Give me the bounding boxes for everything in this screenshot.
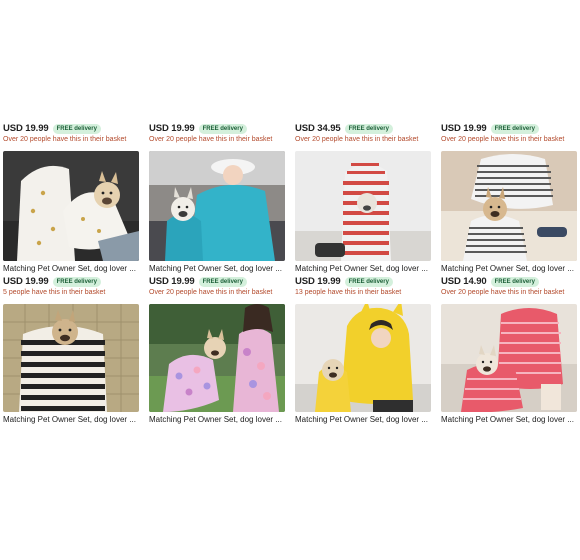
product-title[interactable]: Matching Pet Owner Set, dog lover ... [149, 414, 285, 425]
product-card[interactable]: Matching Pet Owner Set, dog lover ... [441, 304, 577, 425]
striped-hoodie-dog-photo [295, 151, 431, 261]
free-delivery-badge: FREE delivery [490, 276, 539, 287]
product-card[interactable]: Matching Pet Owner Set, dog lover ... US… [3, 151, 139, 298]
product-title[interactable]: Matching Pet Owner Set, dog lover ... [149, 263, 285, 274]
free-delivery-badge: FREE delivery [198, 276, 247, 287]
product-title[interactable]: Matching Pet Owner Set, dog lover ... [441, 414, 577, 425]
product-price: USD 19.99 [149, 123, 195, 134]
basket-count-text: Over 20 people have this in their basket [149, 136, 273, 143]
product-price: USD 19.99 [3, 276, 49, 287]
product-title[interactable]: Matching Pet Owner Set, dog lover ... [441, 263, 577, 274]
product-grid: USD 19.99 FREE delivery Over 20 people h… [3, 122, 577, 425]
product-price: USD 14.90 [441, 276, 487, 287]
product-card[interactable]: USD 19.99 FREE delivery Over 20 people h… [3, 122, 139, 145]
product-image[interactable] [3, 151, 139, 261]
free-delivery-badge: FREE delivery [198, 123, 247, 134]
product-card[interactable]: Matching Pet Owner Set, dog lover ... US… [441, 151, 577, 298]
product-card[interactable]: Matching Pet Owner Set, dog lover ... [3, 304, 139, 425]
product-title[interactable]: Matching Pet Owner Set, dog lover ... [295, 414, 431, 425]
product-image[interactable] [441, 151, 577, 261]
striped-tshirt-dog-photo [441, 151, 577, 261]
product-image[interactable] [3, 304, 139, 412]
product-title[interactable]: Matching Pet Owner Set, dog lover ... [295, 263, 431, 274]
yellow-hoodie-dog-photo [295, 304, 431, 412]
product-price: USD 19.99 [441, 123, 487, 134]
floral-dress-dog-photo [149, 304, 285, 412]
product-card[interactable]: Matching Pet Owner Set, dog lover ... US… [149, 151, 285, 298]
product-image[interactable] [149, 304, 285, 412]
free-delivery-badge: FREE delivery [344, 123, 393, 134]
black-striped-sweater-dog-photo [3, 304, 139, 412]
product-image[interactable] [149, 151, 285, 261]
product-price: USD 19.99 [149, 276, 195, 287]
product-title[interactable]: Matching Pet Owner Set, dog lover ... [3, 414, 139, 425]
basket-count-text: Over 20 people have this in their basket [3, 136, 127, 143]
product-card[interactable]: Matching Pet Owner Set, dog lover ... [295, 304, 431, 425]
price-row: USD 14.90 FREE delivery [441, 275, 577, 288]
product-card[interactable]: USD 19.99 FREE delivery Over 20 people h… [149, 122, 285, 145]
basket-count-text: Over 20 people have this in their basket [149, 289, 273, 296]
price-row: USD 34.95 FREE delivery [295, 122, 431, 135]
basket-count-text: 5 people have this in their basket [3, 289, 106, 296]
price-row: USD 19.99 FREE delivery [295, 275, 431, 288]
product-image[interactable] [441, 304, 577, 412]
basket-count-text: Over 20 people have this in their basket [441, 136, 565, 143]
product-image[interactable] [295, 151, 431, 261]
free-delivery-badge: FREE delivery [490, 123, 539, 134]
price-row: USD 19.99 FREE delivery [149, 122, 285, 135]
product-card[interactable]: USD 34.95 FREE delivery Over 20 people h… [295, 122, 431, 145]
pink-striped-dress-dog-photo [441, 304, 577, 412]
product-price: USD 19.99 [295, 276, 341, 287]
price-row: USD 19.99 FREE delivery [3, 122, 139, 135]
free-delivery-badge: FREE delivery [52, 276, 101, 287]
product-price: USD 34.95 [295, 123, 341, 134]
price-row: USD 19.99 FREE delivery [441, 122, 577, 135]
basket-count-text: Over 20 people have this in their basket [295, 136, 419, 143]
product-image[interactable] [295, 304, 431, 412]
teal-hoodie-dog-photo [149, 151, 285, 261]
white-sweater-dog-photo [3, 151, 139, 261]
free-delivery-badge: FREE delivery [344, 276, 393, 287]
product-card[interactable]: USD 19.99 FREE delivery Over 20 people h… [441, 122, 577, 145]
product-card[interactable]: Matching Pet Owner Set, dog lover ... US… [295, 151, 431, 298]
price-row: USD 19.99 FREE delivery [3, 275, 139, 288]
basket-count-text: 13 people have this in their basket [295, 289, 402, 296]
product-card[interactable]: Matching Pet Owner Set, dog lover ... [149, 304, 285, 425]
basket-count-text: Over 20 people have this in their basket [441, 289, 565, 296]
price-row: USD 19.99 FREE delivery [149, 275, 285, 288]
product-price: USD 19.99 [3, 123, 49, 134]
product-title[interactable]: Matching Pet Owner Set, dog lover ... [3, 263, 139, 274]
free-delivery-badge: FREE delivery [52, 123, 101, 134]
